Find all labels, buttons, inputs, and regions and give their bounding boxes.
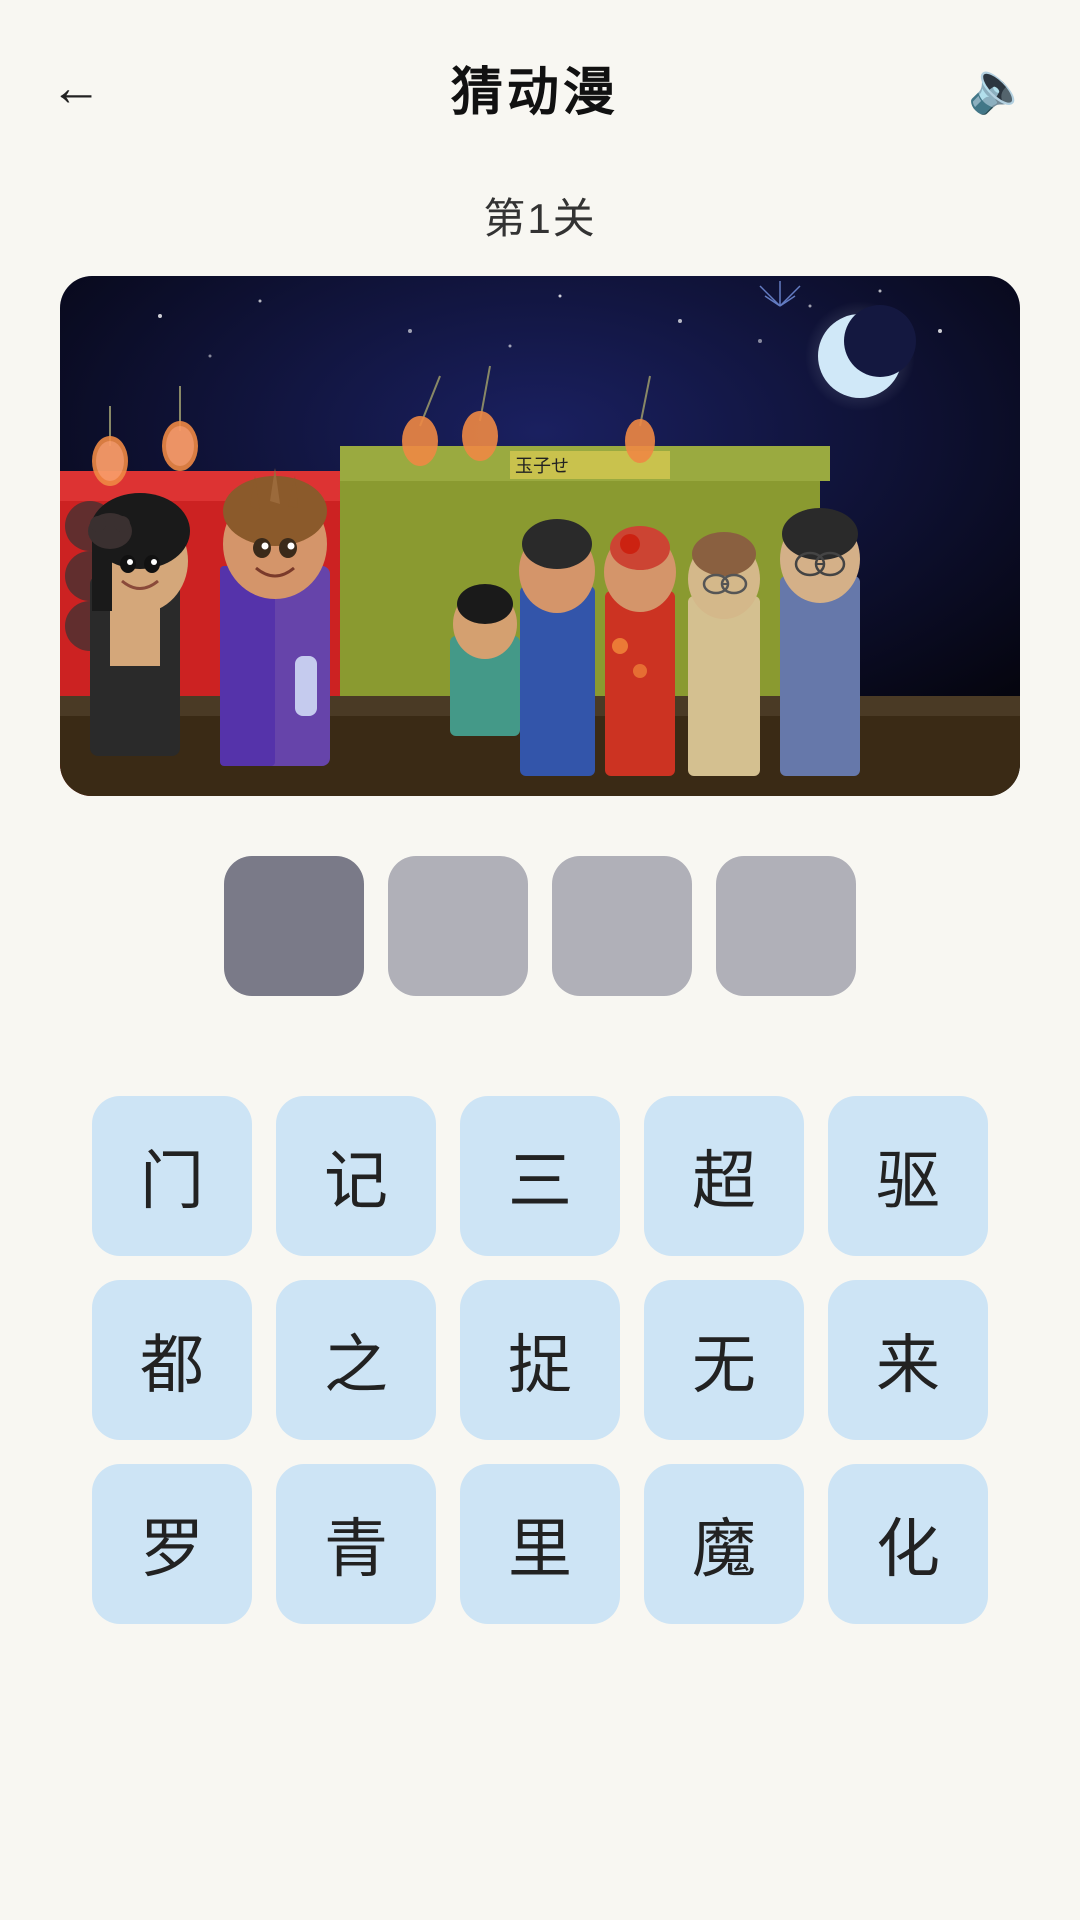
header: ← 猜动漫 🔈 [0,0,1080,155]
answer-box-2[interactable] [388,856,528,996]
char-btn-zhi[interactable]: 之 [276,1280,436,1440]
page-title: 猜动漫 [451,50,619,125]
char-btn-mo[interactable]: 魔 [644,1464,804,1624]
char-row-3: 罗 青 里 魔 化 [60,1464,1020,1624]
answer-box-3[interactable] [552,856,692,996]
page-container: ← 猜动漫 🔈 第1关 [0,0,1080,1920]
char-btn-san[interactable]: 三 [460,1096,620,1256]
svg-text:玉子せ: 玉子せ [515,456,569,476]
char-btn-du[interactable]: 都 [92,1280,252,1440]
char-btn-ji[interactable]: 记 [276,1096,436,1256]
char-btn-men[interactable]: 门 [92,1096,252,1256]
answer-box-4[interactable] [716,856,856,996]
char-btn-lai[interactable]: 来 [828,1280,988,1440]
char-row-2: 都 之 捉 无 来 [60,1280,1020,1440]
char-btn-zhuo[interactable]: 捉 [460,1280,620,1440]
char-grid: 门 记 三 超 驱 都 之 捉 无 来 罗 青 里 魔 化 [60,1096,1020,1624]
char-btn-li[interactable]: 里 [460,1464,620,1624]
sound-icon[interactable]: 🔈 [968,58,1030,117]
char-btn-qing[interactable]: 青 [276,1464,436,1624]
char-row-1: 门 记 三 超 驱 [60,1096,1020,1256]
anime-image: 玉子せ [60,276,1020,796]
char-btn-chao[interactable]: 超 [644,1096,804,1256]
anime-scene-svg: 玉子せ [60,276,1020,796]
back-button[interactable]: ← [50,62,102,114]
char-btn-qu[interactable]: 驱 [828,1096,988,1256]
level-label: 第1关 [483,185,596,246]
char-btn-luo[interactable]: 罗 [92,1464,252,1624]
answer-boxes-container [224,856,856,996]
char-btn-hua[interactable]: 化 [828,1464,988,1624]
char-btn-wu[interactable]: 无 [644,1280,804,1440]
answer-box-1[interactable] [224,856,364,996]
